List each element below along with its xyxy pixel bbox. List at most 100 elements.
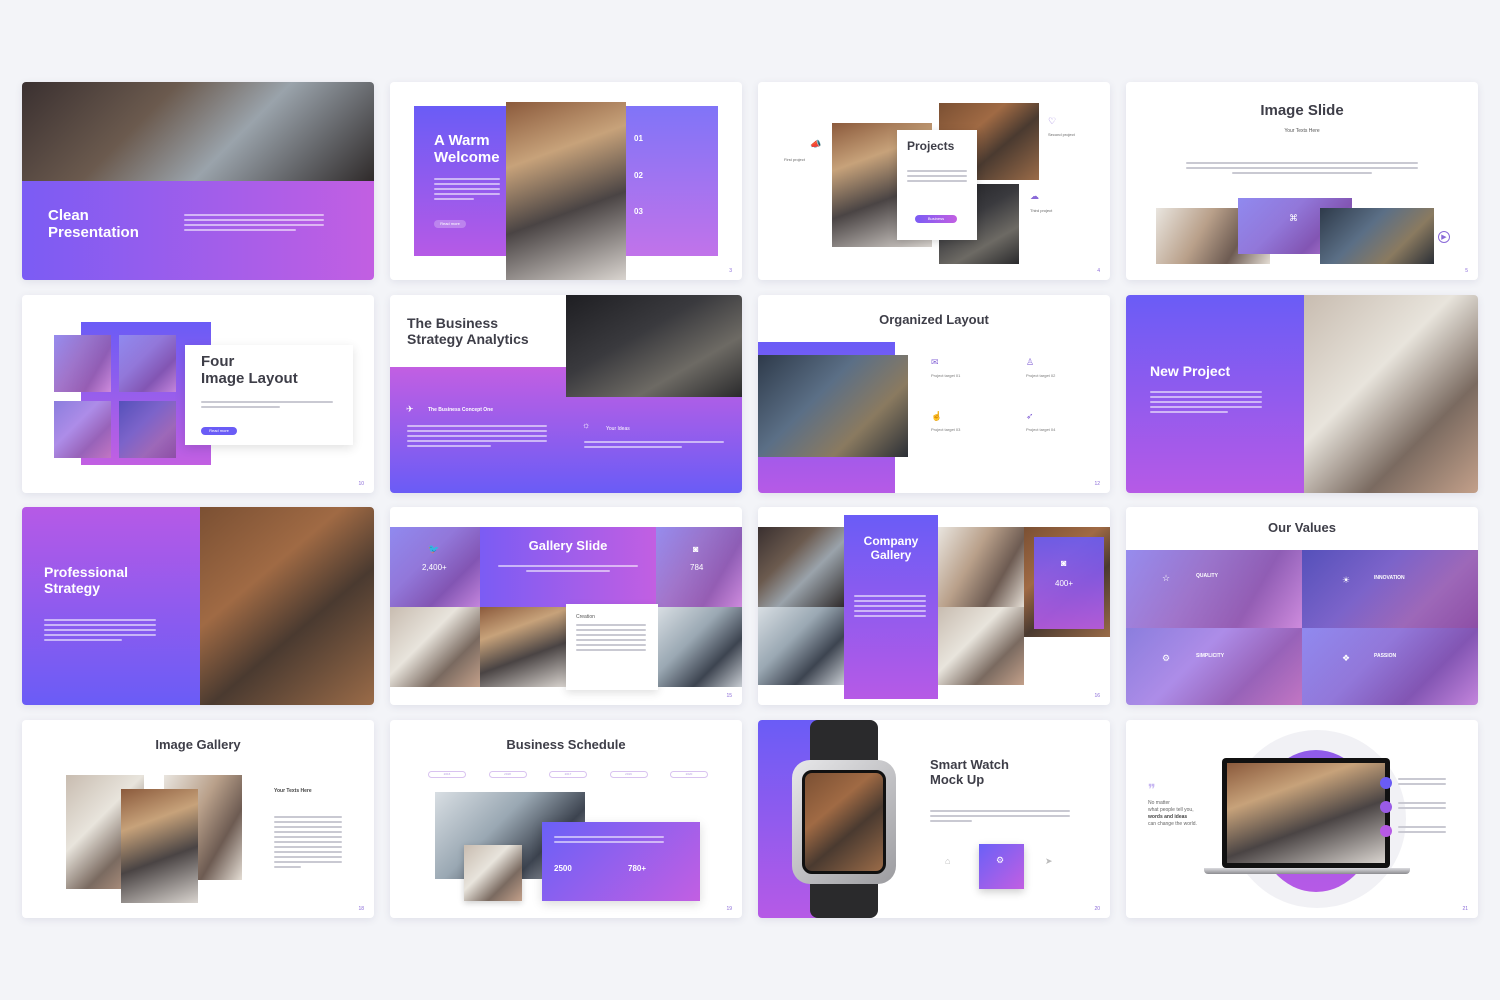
read-more-button[interactable]: Read more [434, 220, 466, 228]
slide-photo [506, 102, 626, 280]
slide-clean-presentation[interactable]: Clean Presentation [22, 82, 374, 280]
gallery-tile[interactable] [54, 401, 111, 458]
slide-professional-strategy[interactable]: Professional Strategy [22, 507, 374, 705]
body-text [184, 214, 324, 234]
lightbulb-icon: ☀ [1342, 575, 1351, 585]
target-label: Project target 02 [1026, 373, 1056, 378]
year-tab[interactable]: 2018 [488, 771, 527, 778]
target-label: Project target 01 [931, 373, 961, 378]
slide-photo [121, 789, 198, 903]
body-text [854, 595, 926, 620]
feature-dot[interactable] [1380, 777, 1392, 789]
user-icon: ♙ [1026, 357, 1035, 367]
play-next-icon[interactable]: ▶ [1438, 231, 1450, 243]
diamond-icon: ❖ [1342, 653, 1351, 663]
item-number: 01 [634, 134, 643, 143]
stat-value: 784 [690, 563, 704, 572]
value-tile-quality[interactable]: ☆ QUALITY [1126, 550, 1302, 628]
body-text [930, 810, 1070, 825]
page-number: 16 [1094, 693, 1100, 699]
value-label: QUALITY [1196, 573, 1218, 579]
slide-new-project[interactable]: New Project [1126, 295, 1478, 493]
slide-photo [758, 607, 844, 685]
slide-title: Professional Strategy [44, 564, 129, 597]
stat-value: 2500 [554, 864, 572, 873]
body-text [407, 425, 547, 450]
body-text [434, 178, 500, 203]
gears-icon: ⚙ [1162, 653, 1171, 663]
year-tab[interactable]: 2017 [549, 771, 587, 778]
lightbulb-icon: ♡ [1048, 116, 1057, 126]
slide-business-schedule[interactable]: Business Schedule 2016 2018 2017 2019 20… [390, 720, 742, 918]
value-tile-innovation[interactable]: ☀ INNOVATION [1302, 550, 1478, 628]
gallery-tile[interactable] [119, 335, 176, 392]
target-label: Project target 04 [1026, 427, 1056, 432]
slide-title: Company Gallery [863, 534, 919, 562]
body-text [498, 565, 638, 575]
slide-smart-watch[interactable]: Smart Watch Mock Up ⌂ ⚙ ➤ 20 [758, 720, 1110, 918]
page-number: 20 [1094, 906, 1100, 912]
year-tabs: 2016 2018 2017 2019 2020 [428, 771, 708, 778]
item-number: 03 [634, 207, 643, 216]
slide-company-gallery[interactable]: Company Gallery ◙ 400+ 16 [758, 507, 1110, 705]
slide-title: Our Values [1268, 520, 1336, 535]
slide-title: Clean Presentation [48, 207, 139, 242]
year-tab[interactable]: 2019 [609, 771, 648, 778]
slide-title: The Business Strategy Analytics [407, 315, 529, 348]
feature-dot[interactable] [1380, 801, 1392, 813]
slide-subtitle: Your Texts Here [274, 788, 312, 794]
business-button[interactable]: Business [915, 215, 957, 223]
laptop-base [1204, 868, 1410, 874]
second-project-label: Second project [1048, 132, 1075, 137]
settings-icon: ⚙ [996, 855, 1005, 865]
home-icon[interactable]: ⌂ [945, 857, 950, 866]
gallery-tile[interactable] [119, 401, 176, 458]
gallery-tile[interactable] [54, 335, 111, 392]
slide-photo [1320, 208, 1434, 264]
concept-heading: The Business Concept One [428, 407, 494, 413]
projects-card: Projects Business [897, 130, 977, 240]
slide-title: New Project [1150, 363, 1231, 379]
gradient-panel [22, 507, 200, 705]
value-tile-passion[interactable]: ❖ PASSION [1302, 628, 1478, 705]
feature-dot[interactable] [1380, 825, 1392, 837]
send-icon[interactable]: ➤ [1045, 857, 1053, 866]
slide-image-slide[interactable]: Image Slide Your Texts Here ⌘ ▶ 5 [1126, 82, 1478, 280]
stat-value: 2,400+ [422, 563, 447, 572]
body-text [576, 624, 646, 654]
slide-organized-layout[interactable]: Organized Layout ✉ Project target 01 ♙ P… [758, 295, 1110, 493]
quote-icon: ❞ [1148, 781, 1156, 797]
stats-card: 2500 780+ [542, 822, 700, 901]
feature-text [1398, 826, 1446, 836]
slide-image-gallery[interactable]: Image Gallery Your Texts Here 18 [22, 720, 374, 918]
value-tile-simplicity[interactable]: ⚙ SIMPLICITY [1126, 628, 1302, 705]
watch-screen [802, 770, 886, 874]
slide-title: A Warm Welcome [434, 132, 500, 167]
slide-photo [758, 527, 844, 607]
slide-gallery-slide[interactable]: 🐦 2,400+ Gallery Slide ◙ 784 Creation 15 [390, 507, 742, 705]
page-number: 4 [1097, 268, 1100, 274]
third-project-label: Third project [1030, 208, 1053, 213]
slide-title: Business Schedule [506, 737, 626, 752]
slide-business-strategy[interactable]: The Business Strategy Analytics ✈ The Bu… [390, 295, 742, 493]
slide-photo [464, 845, 522, 901]
year-tab[interactable]: 2020 [670, 771, 708, 778]
slide-photo [1304, 295, 1478, 493]
slide-subtitle: Your Texts Here [1284, 128, 1320, 134]
value-label: PASSION [1374, 653, 1397, 659]
laptop-photo [1227, 763, 1385, 863]
slide-projects[interactable]: Projects Business 📣 First project ♡ Seco… [758, 82, 1110, 280]
first-project-label: First project [784, 157, 805, 162]
slide-our-values[interactable]: Our Values ☆ QUALITY ☀ INNOVATION ⚙ SIMP… [1126, 507, 1478, 705]
year-tab[interactable]: 2016 [428, 771, 466, 778]
slide-laptop-quote[interactable]: ❞ No matter what people tell you, words … [1126, 720, 1478, 918]
feature-card-active[interactable]: ⚙ [979, 844, 1024, 889]
caption-title: Creation [576, 614, 595, 620]
slide-title: Gallery Slide [528, 538, 608, 553]
slide-four-image-layout[interactable]: Four Image Layout Read more 10 [22, 295, 374, 493]
paper-plane-icon: ✈ [406, 404, 414, 414]
body-text [1186, 162, 1418, 177]
slide-warm-welcome[interactable]: A Warm Welcome Read more 01 02 03 3 [390, 82, 742, 280]
ideas-icon: ☼ [582, 420, 591, 430]
read-more-button[interactable]: Read more [201, 427, 237, 435]
